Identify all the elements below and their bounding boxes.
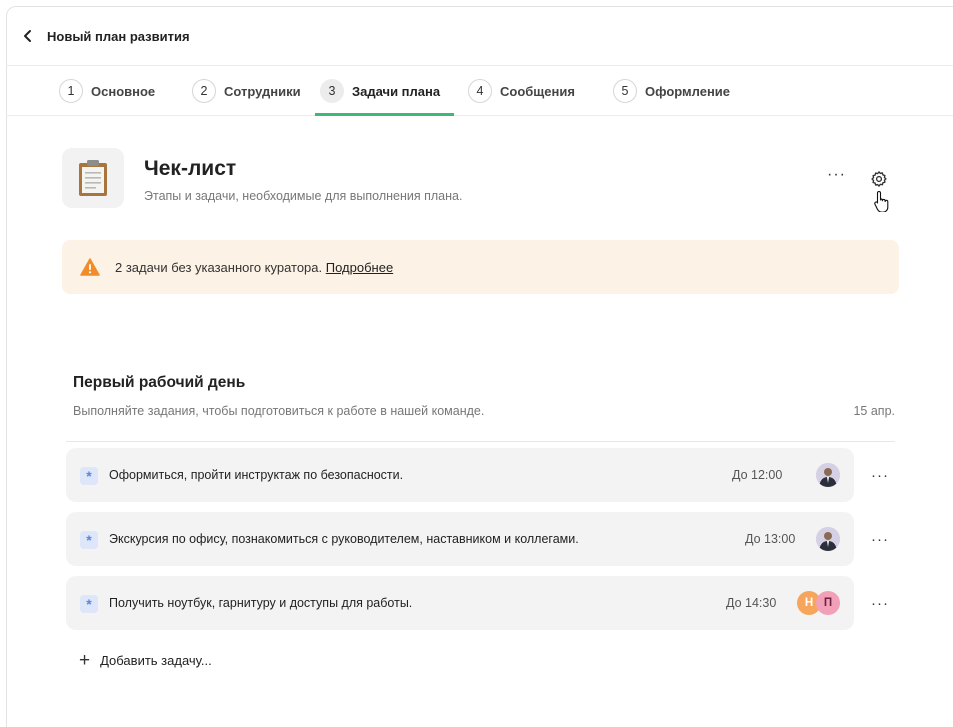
- avatar[interactable]: [816, 527, 840, 551]
- plus-icon: +: [79, 649, 91, 671]
- tab-number: 2: [192, 79, 216, 103]
- top-header: Новый план развития: [6, 6, 953, 66]
- tab-number: 3: [320, 79, 344, 103]
- tab-plan-tasks[interactable]: 3 Задачи плана: [320, 66, 440, 116]
- hand-cursor-icon: [874, 190, 889, 212]
- step-tabs: 1 Основное 2 Сотрудники 3 Задачи плана 4…: [6, 66, 953, 116]
- tab-number: 4: [468, 79, 492, 103]
- clipboard-icon: [62, 148, 124, 208]
- asterisk-icon: *: [80, 531, 98, 549]
- task-more-icon[interactable]: ···: [871, 531, 891, 548]
- avatar[interactable]: П: [816, 591, 840, 615]
- tab-design[interactable]: 5 Оформление: [613, 66, 730, 116]
- asterisk-icon: *: [80, 595, 98, 613]
- tab-employees[interactable]: 2 Сотрудники: [192, 66, 301, 116]
- task-title: Оформиться, пройти инструктаж по безопас…: [109, 468, 404, 482]
- tab-label: Задачи плана: [352, 83, 441, 99]
- add-task-label: Добавить задачу...: [100, 652, 212, 668]
- tab-number: 5: [613, 79, 637, 103]
- back-arrow-icon[interactable]: [20, 28, 36, 44]
- page-title: Чек-лист: [144, 157, 237, 180]
- section-title: Первый рабочий день: [73, 374, 246, 391]
- page-header-title: Новый план развития: [47, 29, 190, 44]
- task-row[interactable]: * Получить ноутбук, гарнитуру и доступы …: [66, 576, 854, 630]
- page-subtitle: Этапы и задачи, необходимые для выполнен…: [144, 189, 463, 203]
- avatar[interactable]: [816, 463, 840, 487]
- warning-text: 2 задачи без указанного куратора. Подроб…: [115, 260, 393, 275]
- task-due: До 14:30: [726, 596, 777, 610]
- task-more-icon[interactable]: ···: [871, 595, 891, 612]
- task-more-icon[interactable]: ···: [871, 467, 891, 484]
- warning-banner: 2 задачи без указанного куратора. Подроб…: [62, 240, 899, 294]
- more-menu-icon[interactable]: ···: [827, 166, 849, 186]
- task-due: До 12:00: [732, 468, 783, 482]
- task-due: До 13:00: [745, 532, 796, 546]
- asterisk-icon: *: [80, 467, 98, 485]
- add-task-button[interactable]: + Добавить задачу...: [79, 650, 212, 670]
- gear-icon[interactable]: [870, 170, 888, 188]
- tab-label: Сотрудники: [224, 83, 301, 99]
- section-date: 15 апр.: [853, 404, 895, 418]
- tab-label: Оформление: [645, 83, 731, 99]
- warning-triangle-icon: [80, 258, 100, 276]
- tab-messages[interactable]: 4 Сообщения: [468, 66, 575, 116]
- task-row[interactable]: * Экскурсия по офису, познакомиться с ру…: [66, 512, 854, 566]
- details-link[interactable]: Подробнее: [326, 260, 393, 275]
- tab-label: Сообщения: [500, 83, 575, 99]
- section-description: Выполняйте задания, чтобы подготовиться …: [73, 404, 485, 418]
- section-divider: [66, 441, 895, 442]
- task-row[interactable]: * Оформиться, пройти инструктаж по безоп…: [66, 448, 854, 502]
- tab-label: Основное: [91, 83, 156, 99]
- tab-basic[interactable]: 1 Основное: [59, 66, 155, 116]
- warning-message: 2 задачи без указанного куратора.: [115, 260, 326, 275]
- task-title: Экскурсия по офису, познакомиться с руко…: [109, 532, 579, 546]
- tab-number: 1: [59, 79, 83, 103]
- task-title: Получить ноутбук, гарнитуру и доступы дл…: [109, 596, 413, 610]
- active-tab-underline: [315, 113, 454, 116]
